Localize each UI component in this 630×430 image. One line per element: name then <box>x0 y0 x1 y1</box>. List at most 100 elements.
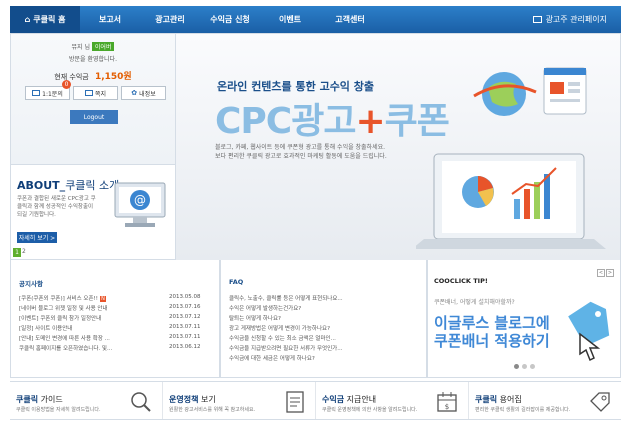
magnifier-icon <box>131 392 151 412</box>
about-section: ABOUT_쿠클릭 소개 쿠폰과 결합된 새로운 CPC광고 쿠클릭과 함께 성… <box>10 165 176 260</box>
user-login-box: 뮤지 님 이어버 방문을 환영합니다. 현재 수익금 1,150원 1:1문의 … <box>10 33 176 165</box>
nav-item-support[interactable]: 고객센터 <box>320 14 380 25</box>
notice-row[interactable]: [쿠폰(쿠폰외 쿠폰)] 서비스 오픈!! N 2013.05.08 <box>19 294 209 304</box>
guide-link-glossary[interactable]: 쿠클릭 용어집 편리한 쿠클릭 생활의 길라잡이를 제공합니다. <box>469 382 621 419</box>
tip-panel: COOCLICK TIP! < > 쿠폰배너, 어떻게 설치해야할까? 이글루스… <box>427 260 621 378</box>
tip-headline-2[interactable]: 쿠폰배너 적용하기 <box>434 330 550 351</box>
guide-title-rest: 보기 <box>198 395 216 404</box>
notice-date: 2013.07.16 <box>169 304 201 310</box>
nav-item-event[interactable]: 이벤트 <box>260 14 320 25</box>
gear-icon: ✿ <box>131 89 138 97</box>
notice-row[interactable]: 쿠클릭 홈페이지를 오픈하였습니다. 및... 2013.06.12 <box>19 344 209 354</box>
notice-date: 2013.07.12 <box>169 314 201 320</box>
faq-item[interactable]: 수익금에 대한 세금은 어떻게 하나요? <box>229 354 343 364</box>
notification-badge: 0 <box>62 80 71 89</box>
inquiry-button[interactable]: 1:1문의 0 <box>25 80 71 100</box>
my-info-button[interactable]: ✿ 내정보 <box>121 86 166 100</box>
about-more-button[interactable]: 자세히 보기 > <box>17 232 57 243</box>
notice-date: 2013.05.08 <box>169 294 201 300</box>
guide-title: 쿠클릭 용어집 <box>475 394 522 405</box>
hero-headline-plus: + <box>355 101 385 142</box>
guide-title-bold: 운영정책 <box>169 395 199 404</box>
tip-title: COOCLICK TIP! <box>434 277 488 285</box>
notice-title[interactable]: 공지사항 <box>19 278 43 288</box>
guide-title: 수익금 지급안내 <box>322 394 376 405</box>
earnings-value: 1,150원 <box>94 72 132 82</box>
new-badge: N <box>99 296 106 302</box>
welcome-text: 방문을 환영합니다. <box>69 56 117 63</box>
guide-desc: 쿠클릭 운영정책에 의한 사항을 알려드립니다. <box>322 407 418 413</box>
nav-item-ads[interactable]: 광고관리 <box>140 14 200 25</box>
guide-title-bold: 수익금 <box>322 395 345 404</box>
message-button[interactable]: 쪽지 <box>73 86 118 100</box>
faq-item[interactable]: 수익은 어떻게 발생하는건가요? <box>229 304 343 314</box>
notice-text: [네이버 블로그 위젯 일정 및 사용 안내 <box>19 306 108 312</box>
faq-title[interactable]: FAQ <box>229 278 243 286</box>
faq-item[interactable]: 클릭수, 노출수, 클릭률 등은 어떻게 표현되나요... <box>229 294 343 304</box>
svg-text:$: $ <box>445 403 449 411</box>
notice-list: [쿠폰(쿠폰외 쿠폰)] 서비스 오픈!! N 2013.05.08 [네이버 블로… <box>19 294 209 354</box>
guide-title-bold: 쿠클릭 <box>475 395 498 404</box>
guide-title-bold: 쿠클릭 <box>16 395 39 404</box>
calendar-icon: $ <box>437 392 457 412</box>
nav-home[interactable]: ⌂ 쿠클릭 홈 <box>10 6 80 33</box>
notice-date: 2013.07.11 <box>169 324 201 330</box>
about-title: ABOUT_쿠클릭 소개 <box>17 177 119 193</box>
faq-item[interactable]: 광고 게재방법은 어떻게 변경이 가능하나요? <box>229 324 343 334</box>
guide-desc: 쿠클릭 이용방법을 자세히 알려드립니다. <box>16 407 101 413</box>
advertiser-admin-label: 광고주 관리페이지 <box>545 15 607 24</box>
current-earnings: 현재 수익금 1,150원 <box>11 69 175 82</box>
faq-list: 클릭수, 노출수, 클릭률 등은 어떻게 표현되나요... 수익은 어떻게 발생… <box>229 294 343 364</box>
tip-dot-1[interactable] <box>514 364 519 369</box>
monitor-email-illustration: @ <box>114 182 166 227</box>
hero-description: 블로그, 카페, 웹사이트 등에 쿠폰형 광고를 통해 수익을 창출하세요. 보… <box>215 143 387 161</box>
notice-text: [일정] 사이트 이용안내 <box>19 326 73 332</box>
guide-link-payment[interactable]: 수익금 지급안내 쿠클릭 운영정책에 의한 사항을 알려드립니다. $ <box>316 382 469 419</box>
top-nav: ⌂ 쿠클릭 홈 보고서 광고관리 수익금 신청 이벤트 고객센터 광고주 관리페… <box>10 6 621 33</box>
faq-item[interactable]: 탈퇴는 어떻게 하나요? <box>229 314 343 324</box>
hero-banner: 온라인 컨텐츠를 통한 고수익 창출 CPC광고+쿠폰 블로그, 카페, 웹사이… <box>176 33 621 260</box>
faq-item[interactable]: 수익금을 신청할 수 있는 최소 금액은 얼마인... <box>229 334 343 344</box>
nav-item-report[interactable]: 보고서 <box>80 14 140 25</box>
guide-link-policy[interactable]: 운영정책 보기 원활한 광고서비스를 위해 꼭 참고하세요. <box>163 382 316 419</box>
hero-headline-coupon: 쿠폰 <box>384 101 450 142</box>
user-greeting: 뮤지 님 이어버 <box>11 42 175 51</box>
notice-row[interactable]: [네이버 블로그 위젯 일정 및 사용 안내 2013.07.16 <box>19 304 209 314</box>
my-info-label: 내정보 <box>139 90 156 98</box>
hero-headline-cpc: CPC광고 <box>215 101 356 142</box>
tip-dot-2[interactable] <box>522 364 527 369</box>
notice-row[interactable]: [일정] 사이트 이용안내 2013.07.11 <box>19 324 209 334</box>
notice-row[interactable]: [안내] 도메인 변경에 따른 사용 확장 ... 2013.07.11 <box>19 334 209 344</box>
guide-title-rest: 가이드 <box>38 395 63 404</box>
nav-home-label: 쿠클릭 홈 <box>33 15 66 24</box>
earnings-label: 현재 수익금 <box>54 73 89 81</box>
notice-text: 쿠클릭 홈페이지를 오픈하였습니다. 및... <box>19 346 113 352</box>
tip-pagination <box>514 364 535 369</box>
tip-question: 쿠폰배너, 어떻게 설치해야할까? <box>434 299 515 306</box>
guide-desc: 편리한 쿠클릭 생활의 길라잡이를 제공합니다. <box>475 407 571 413</box>
faq-panel: FAQ 클릭수, 노출수, 클릭률 등은 어떻게 표현되나요... 수익은 어떻… <box>220 260 427 378</box>
about-page-2[interactable]: 2 <box>22 248 26 255</box>
guide-title: 쿠클릭 가이드 <box>16 394 63 405</box>
about-page-1[interactable]: 1 <box>13 248 21 257</box>
logout-button[interactable]: Logout <box>70 110 118 124</box>
notice-row[interactable]: [이벤트] 쿠폰외 클릭 참가 일정안내 2013.07.12 <box>19 314 209 324</box>
tag-icon <box>590 392 610 412</box>
advertiser-admin-link[interactable]: 광고주 관리페이지 <box>532 14 607 25</box>
tip-prev-button[interactable]: < <box>597 269 605 277</box>
document-icon <box>286 391 304 413</box>
faq-item[interactable]: 수익금을 지급받으려면 필요한 서류가 무엇인가... <box>229 344 343 354</box>
mail-icon <box>84 90 93 96</box>
guide-link-guide[interactable]: 쿠클릭 가이드 쿠클릭 이용방법을 자세히 알려드립니다. <box>10 382 163 419</box>
notice-text: [쿠폰(쿠폰외 쿠폰)] 서비스 오픈!! <box>19 296 98 302</box>
svg-text:@: @ <box>134 193 146 207</box>
chat-icon <box>32 90 41 96</box>
guide-title-rest: 용어집 <box>497 395 522 404</box>
nav-item-revenue[interactable]: 수익금 신청 <box>200 14 260 25</box>
tip-next-button[interactable]: > <box>606 269 614 277</box>
guide-title-rest: 지급안내 <box>344 395 377 404</box>
guide-title: 운영정책 보기 <box>169 394 216 405</box>
tip-dot-3[interactable] <box>530 364 535 369</box>
globe-browser-illustration <box>473 67 587 116</box>
user-grade-badge: 이어버 <box>91 42 115 51</box>
